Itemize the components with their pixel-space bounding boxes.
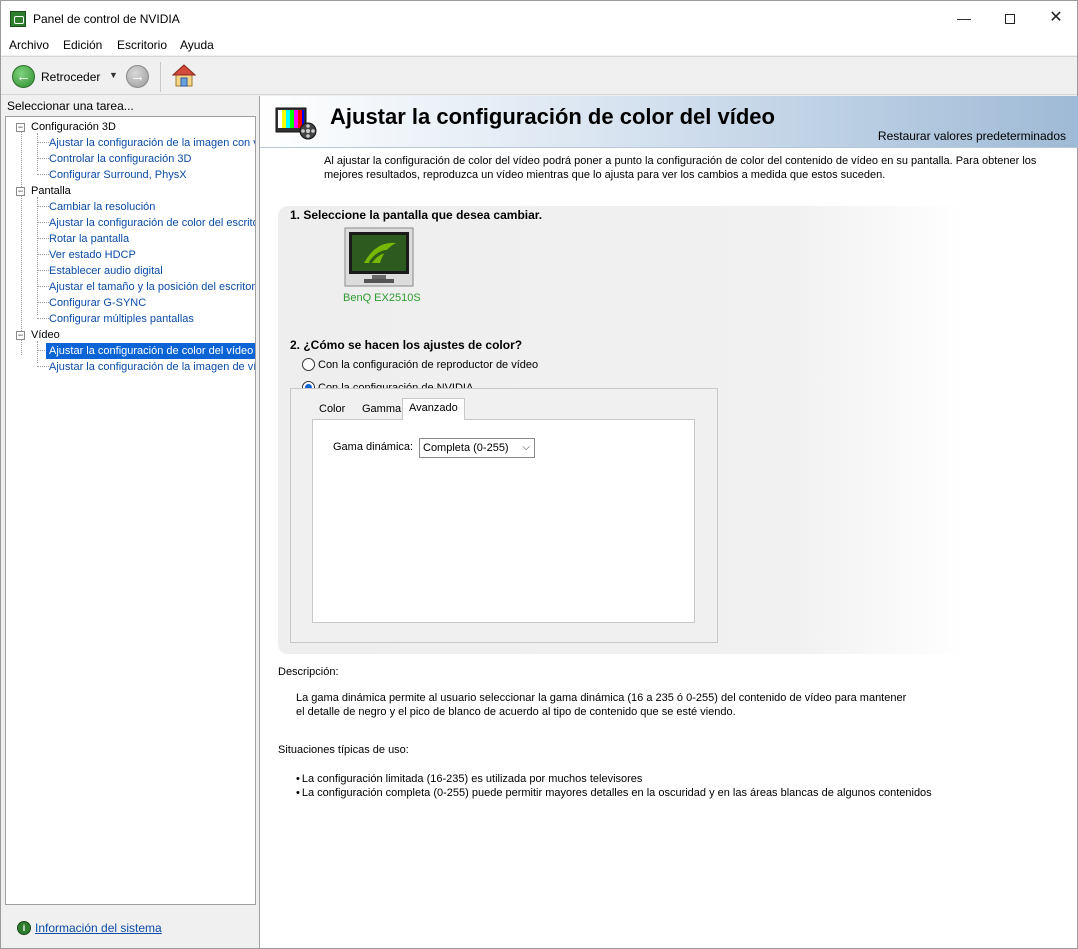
tree-item-estado-hdcp[interactable]: Ver estado HDCP <box>49 247 136 263</box>
tab-avanzado[interactable]: Avanzado <box>402 398 465 420</box>
tree-connector <box>37 133 38 171</box>
tree-connector <box>21 131 22 355</box>
tree-item-imagen-video[interactable]: Ajustar la configuración de la imagen de… <box>49 359 255 375</box>
title-bar: Panel de control de NVIDIA — ✕ <box>1 1 1077 35</box>
dynamic-range-label: Gama dinámica: <box>333 441 414 453</box>
video-color-bars-icon <box>275 107 317 140</box>
intro-text: Al ajustar la configuración de color del… <box>324 155 1037 181</box>
tree-connector <box>37 174 49 175</box>
tree-category-pantalla[interactable]: Pantalla <box>31 183 71 199</box>
chevron-down-icon: ⌵ <box>522 442 530 453</box>
monitor-name[interactable]: BenQ EX2510S <box>343 292 421 304</box>
menu-ayuda[interactable]: Ayuda <box>180 38 214 52</box>
tree-item-rotar-pantalla[interactable]: Rotar la pantalla <box>49 231 129 247</box>
tree-item-color-escritorio[interactable]: Ajustar la configuración de color del es… <box>49 215 255 231</box>
tree-item-ajustar-imagen-vista-previa[interactable]: Ajustar la configuración de la imagen co… <box>49 135 255 151</box>
section1-title: 1. Seleccione la pantalla que desea camb… <box>290 208 543 222</box>
description-text: La gama dinámica permite al usuario sele… <box>296 692 907 718</box>
tree-item-g-sync[interactable]: Configurar G-SYNC <box>49 295 146 311</box>
tab-color[interactable]: Color <box>313 400 351 419</box>
back-history-dropdown-icon[interactable]: ▼ <box>109 70 118 80</box>
content-panel: Ajustar la configuración de color del ví… <box>259 96 1078 948</box>
task-tree: − Configuración 3D Ajustar la configurac… <box>5 116 256 905</box>
nvidia-control-panel-window: Panel de control de NVIDIA — ✕ Archivo E… <box>0 0 1078 949</box>
monitor-icon[interactable] <box>344 227 414 289</box>
task-panel: Seleccionar una tarea... − Configuración… <box>3 96 257 948</box>
usage-item: La configuración completa (0-255) puede … <box>296 786 932 800</box>
tree-connector <box>37 238 49 239</box>
advanced-tab-panel: Gama dinámica: Completa (0-255) ⌵ <box>312 419 695 623</box>
tree-item-multiples-pantallas[interactable]: Configurar múltiples pantallas <box>49 311 194 327</box>
tree-connector <box>37 341 38 363</box>
page-title: Ajustar la configuración de color del ví… <box>330 104 775 129</box>
dynamic-range-value: Completa (0-255) <box>423 442 509 454</box>
menu-archivo[interactable]: Archivo <box>9 38 49 52</box>
maximize-button[interactable] <box>987 1 1033 35</box>
window-title: Panel de control de NVIDIA <box>33 12 180 26</box>
radio-button[interactable] <box>302 358 315 371</box>
toolbar: ← Retroceder ▼ → <box>1 56 1077 95</box>
back-arrow-icon[interactable]: ← <box>12 65 35 88</box>
forward-arrow-icon[interactable]: → <box>126 65 149 88</box>
home-icon[interactable] <box>171 63 197 89</box>
tree-item-cambiar-resolucion[interactable]: Cambiar la resolución <box>49 199 155 215</box>
tree-connector <box>37 286 49 287</box>
tree-connector <box>37 142 49 143</box>
menu-edicion[interactable]: Edición <box>63 38 102 52</box>
menu-bar: Archivo Edición Escritorio Ayuda <box>1 35 1077 55</box>
expander-pantalla[interactable]: − <box>16 187 25 196</box>
nvidia-app-icon <box>10 11 26 27</box>
tree-connector <box>37 366 49 367</box>
tree-item-color-video-selected[interactable]: Ajustar la configuración de color del ví… <box>46 343 255 359</box>
expander-config-3d[interactable]: − <box>16 123 25 132</box>
tree-connector <box>37 270 49 271</box>
expander-video[interactable]: − <box>16 331 25 340</box>
usage-item: La configuración limitada (16-235) es ut… <box>296 772 643 786</box>
section2-title: 2. ¿Cómo se hacen los ajustes de color? <box>290 338 523 352</box>
tree-connector <box>37 222 49 223</box>
toolbar-separator <box>160 62 161 92</box>
usage-heading: Situaciones típicas de uso: <box>278 744 409 756</box>
tree-item-audio-digital[interactable]: Establecer audio digital <box>49 263 163 279</box>
maximize-icon <box>1005 14 1015 25</box>
tree-connector <box>37 206 49 207</box>
tab-gamma[interactable]: Gamma <box>356 400 407 419</box>
task-panel-label: Seleccionar una tarea... <box>7 99 134 113</box>
tree-item-surround-physx[interactable]: Configurar Surround, PhysX <box>49 167 187 183</box>
close-button[interactable]: ✕ <box>1033 1 1078 35</box>
nvidia-settings-group: Color Gamma Avanzado Gama dinámica: Comp… <box>290 388 718 643</box>
dynamic-range-select[interactable]: Completa (0-255) ⌵ <box>419 438 535 458</box>
menu-escritorio[interactable]: Escritorio <box>117 38 167 52</box>
minimize-button[interactable]: — <box>941 1 987 35</box>
radio-label: Con la configuración de reproductor de v… <box>318 359 539 371</box>
tree-connector <box>37 318 49 319</box>
system-info-link[interactable]: Información del sistema <box>35 921 162 935</box>
tree-category-video[interactable]: Vídeo <box>31 327 60 343</box>
tree-connector <box>37 158 49 159</box>
restore-defaults-link[interactable]: Restaurar valores predeterminados <box>878 129 1066 143</box>
tree-item-tamano-posicion[interactable]: Ajustar el tamaño y la posición del escr… <box>49 279 255 295</box>
tree-connector <box>37 197 38 315</box>
back-button[interactable]: Retroceder <box>41 70 100 84</box>
system-info-icon[interactable]: i <box>17 921 31 935</box>
tree-category-config-3d[interactable]: Configuración 3D <box>31 119 116 135</box>
tree-connector <box>37 302 49 303</box>
page-header: Ajustar la configuración de color del ví… <box>260 96 1078 148</box>
tree-item-controlar-config-3d[interactable]: Controlar la configuración 3D <box>49 151 191 167</box>
description-heading: Descripción: <box>278 666 339 678</box>
tree-connector <box>37 254 49 255</box>
